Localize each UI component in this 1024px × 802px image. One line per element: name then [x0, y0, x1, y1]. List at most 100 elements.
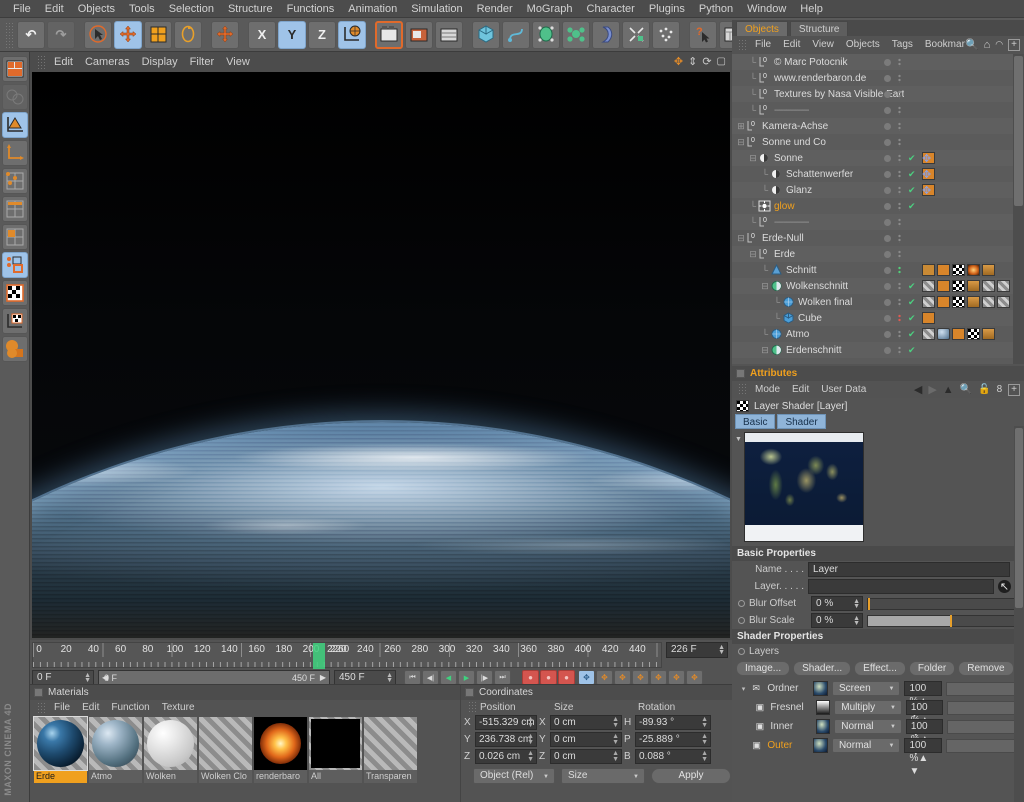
- tag-film-icon[interactable]: [967, 296, 980, 308]
- tag-ckbd-icon[interactable]: [967, 328, 980, 340]
- pan-icon[interactable]: ✥: [674, 55, 683, 68]
- menu-render[interactable]: Render: [470, 0, 520, 18]
- attr-menu-mode[interactable]: Mode: [749, 381, 786, 398]
- blur-offset-field[interactable]: 0 % ▲▼: [811, 596, 863, 611]
- size-x-field[interactable]: 0 cm▲▼: [550, 715, 622, 730]
- step-forward-icon[interactable]: |▶: [476, 670, 493, 685]
- visibility-dot[interactable]: [884, 171, 891, 178]
- layout-grid-icon[interactable]: [2, 56, 28, 82]
- apply-button[interactable]: Apply: [651, 768, 731, 784]
- visibility-dot[interactable]: [884, 155, 891, 162]
- render-dots[interactable]: [898, 58, 901, 67]
- eye-icon[interactable]: ◠: [995, 39, 1003, 50]
- viewport-menu-display[interactable]: Display: [136, 52, 184, 72]
- position-x-field[interactable]: -515.329 cm▲▼: [475, 715, 537, 730]
- layer-opacity-slider[interactable]: [947, 701, 1024, 715]
- redo-icon[interactable]: ↷: [47, 21, 75, 49]
- layer-btn-effect[interactable]: Effect...: [854, 661, 906, 676]
- menu-selection[interactable]: Selection: [162, 0, 221, 18]
- visibility-dots[interactable]: [884, 170, 901, 179]
- object-row[interactable]: └0© Marc Potocnik: [732, 54, 1024, 70]
- x-axis-lock-icon[interactable]: X: [248, 21, 276, 49]
- visibility-dot[interactable]: [884, 59, 891, 66]
- step-back-icon[interactable]: ◀|: [422, 670, 439, 685]
- tag-row[interactable]: [922, 264, 995, 276]
- attr-tab-basic[interactable]: Basic: [735, 414, 775, 429]
- enable-check-icon[interactable]: ✔: [908, 201, 916, 212]
- layer-thumbnail[interactable]: [813, 681, 828, 696]
- help-cursor-icon[interactable]: ?: [689, 21, 717, 49]
- visibility-dots[interactable]: [884, 138, 901, 147]
- layer-btn-remove[interactable]: Remove: [958, 661, 1013, 676]
- point-mode-icon[interactable]: [2, 168, 28, 194]
- current-frame-field[interactable]: 226 F▲▼: [666, 642, 728, 658]
- undo-icon[interactable]: ↶: [17, 21, 45, 49]
- render-dots[interactable]: [898, 218, 901, 227]
- render-dots[interactable]: [898, 346, 901, 355]
- shader-layer-row[interactable]: ▣InnerNormal100 %▲▼: [732, 717, 1024, 736]
- layer-blend-mode-dropdown[interactable]: Normal: [832, 738, 901, 753]
- shader-layer-row[interactable]: ▾✉OrdnerScreen100 %▲▼: [732, 679, 1024, 698]
- object-row[interactable]: ⊟Erdenschnitt✔: [732, 342, 1024, 358]
- range-prev-icon[interactable]: ◀: [102, 671, 108, 685]
- go-to-start-icon[interactable]: ⏮: [404, 670, 421, 685]
- render-region-icon[interactable]: [405, 21, 433, 49]
- scene-icon[interactable]: [622, 21, 650, 49]
- visibility-dot[interactable]: [884, 267, 891, 274]
- visibility-dot[interactable]: [884, 219, 891, 226]
- visibility-dots[interactable]: [884, 234, 901, 243]
- tag-fire-icon[interactable]: [967, 264, 980, 276]
- render-dots[interactable]: [898, 90, 901, 99]
- object-row[interactable]: ⊟Sonne✔✥: [732, 150, 1024, 166]
- attr-menu-edit[interactable]: Edit: [786, 381, 815, 398]
- particles-icon[interactable]: [652, 21, 680, 49]
- visibility-dots[interactable]: [884, 218, 901, 227]
- z-axis-lock-icon[interactable]: Z: [308, 21, 336, 49]
- light-tag-icon[interactable]: ✥: [922, 152, 931, 165]
- size-y-field[interactable]: 0 cm▲▼: [550, 732, 622, 747]
- menu-tools[interactable]: Tools: [122, 0, 162, 18]
- render-dots[interactable]: [898, 106, 901, 115]
- om-menu-edit[interactable]: Edit: [777, 36, 806, 54]
- visibility-dot[interactable]: [884, 235, 891, 242]
- visibility-dot[interactable]: [884, 299, 891, 306]
- spinner-icon[interactable]: ▲▼: [612, 734, 619, 746]
- menu-file[interactable]: File: [6, 0, 38, 18]
- material-item[interactable]: All: [309, 717, 362, 785]
- render-dots[interactable]: [898, 314, 901, 323]
- tag-stripe-icon[interactable]: [922, 296, 935, 308]
- tag-ckbd-icon[interactable]: [952, 264, 965, 276]
- layer-blend-mode-dropdown[interactable]: Multiply: [834, 700, 902, 715]
- expander-toggle[interactable]: ⊟: [760, 345, 770, 356]
- position-y-field[interactable]: 236.738 cm▲▼: [475, 732, 537, 747]
- tag-row[interactable]: [922, 280, 1010, 292]
- enable-check-icon[interactable]: ✔: [908, 313, 916, 324]
- layer-expander[interactable]: ▾: [742, 685, 749, 693]
- spinner-icon[interactable]: ▲▼: [718, 645, 725, 655]
- layer-opacity-field[interactable]: 100 %▲▼: [906, 700, 944, 715]
- timeline-ruler[interactable]: 0204060801001201401601802002202402602803…: [32, 642, 662, 668]
- visibility-dots[interactable]: [884, 250, 901, 259]
- chevron-down-icon[interactable]: ▼: [735, 436, 742, 443]
- rotation-p-field[interactable]: -25.889 °▲▼: [635, 732, 711, 747]
- up-arrow-icon[interactable]: ▲: [943, 384, 954, 396]
- texture-mode-icon[interactable]: [2, 252, 28, 278]
- shader-layer-row[interactable]: ▣OuterNormal100 %▲▼: [732, 736, 1024, 755]
- layer-btn-image[interactable]: Image...: [736, 661, 790, 676]
- tag-stripe-icon[interactable]: [982, 280, 995, 292]
- menu-structure[interactable]: Structure: [221, 0, 280, 18]
- attr-tab-shader[interactable]: Shader: [777, 414, 825, 429]
- om-menu-objects[interactable]: Objects: [840, 36, 886, 54]
- visibility-dot[interactable]: [884, 139, 891, 146]
- render-dots[interactable]: [898, 330, 901, 339]
- layer-list[interactable]: ▾✉OrdnerScreen100 %▲▼▣FresnelMultiply100…: [732, 679, 1024, 755]
- blur-offset-radio[interactable]: [738, 600, 745, 607]
- tag-ckbd-icon[interactable]: [952, 296, 965, 308]
- render-dots[interactable]: [898, 122, 901, 131]
- layer-btn-shader[interactable]: Shader...: [793, 661, 851, 676]
- add-icon[interactable]: +: [1008, 39, 1020, 51]
- visibility-dot[interactable]: [884, 331, 891, 338]
- object-row[interactable]: └0www.renderbaron.de: [732, 70, 1024, 86]
- world-coordinate-icon[interactable]: [338, 21, 366, 49]
- attributes-grip[interactable]: [738, 383, 746, 396]
